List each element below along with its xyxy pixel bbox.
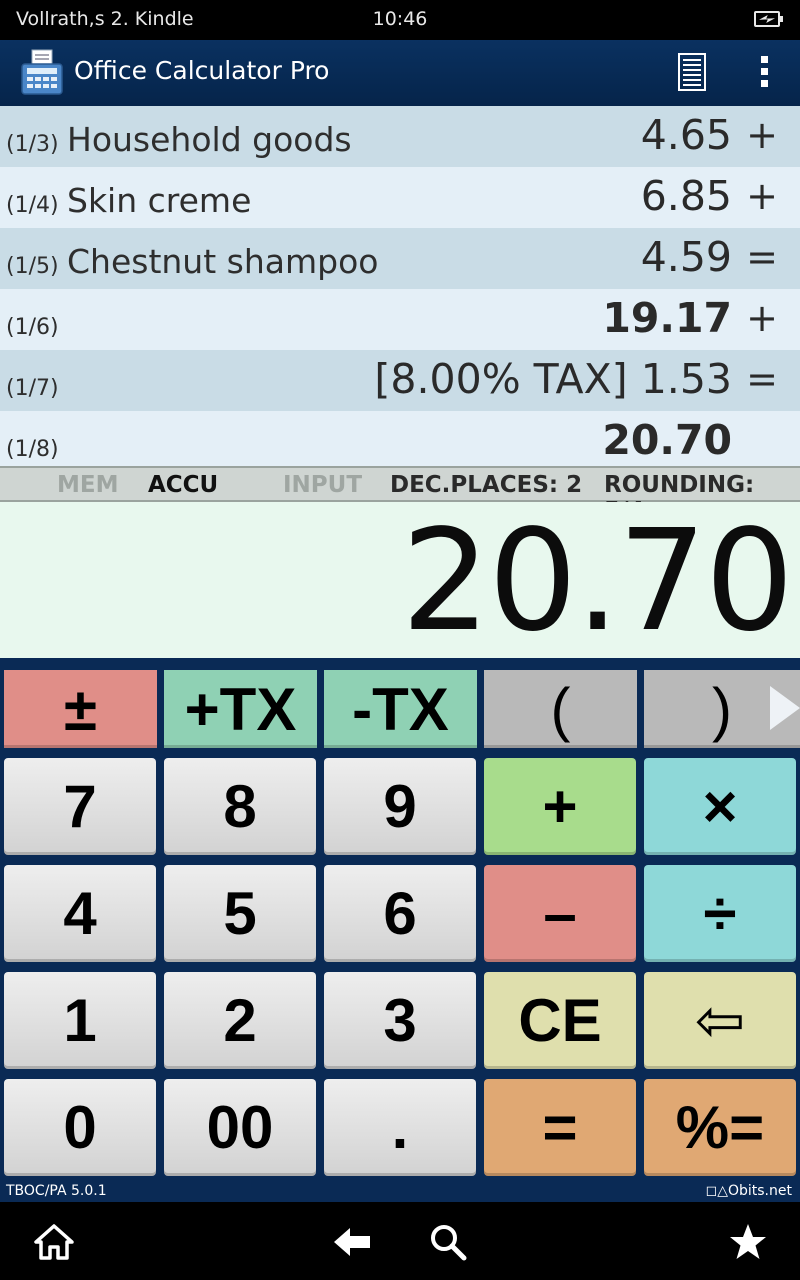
key-00[interactable]: 00 (164, 1079, 316, 1176)
tape-row-operator: + (746, 174, 778, 218)
key-7[interactable]: 7 (4, 758, 156, 855)
tape-row-index: (1/4) (6, 193, 59, 218)
tape-row-label: Household goods (67, 120, 352, 159)
subtract-tax-button[interactable]: -TX (324, 670, 477, 748)
star-icon[interactable] (728, 1222, 768, 1262)
tape-row-operator: + (746, 113, 778, 157)
tape-row-label: Chestnut shampoo (67, 242, 379, 281)
tape-row[interactable]: (1/8) 20.70 (0, 411, 800, 472)
tape-row[interactable]: (1/3) Household goods 4.65 + (0, 106, 800, 167)
subtract-button[interactable]: – (484, 865, 636, 962)
status-indicators: MEM ACCU INPUT DEC.PLACES: 2 ROUNDING: 5… (0, 466, 800, 524)
multiply-button[interactable]: × (644, 758, 796, 855)
tape-list: (1/3) Household goods 4.65 + (1/4) Skin … (0, 106, 800, 472)
key-9[interactable]: 9 (324, 758, 476, 855)
tape-row-operator: + (746, 296, 778, 340)
footer: TBOC/PA 5.0.1 ◻△Obits.net (0, 1180, 800, 1202)
key-3[interactable]: 3 (324, 972, 476, 1069)
percent-equals-button[interactable]: %= (644, 1079, 796, 1176)
overflow-menu-icon[interactable] (756, 56, 772, 90)
search-icon[interactable] (428, 1222, 468, 1262)
tape-row-total: 20.70 (602, 416, 732, 464)
app-bar: Office Calculator Pro (0, 40, 800, 106)
key-6[interactable]: 6 (324, 865, 476, 962)
open-paren-button[interactable]: ( (484, 670, 637, 748)
tape-row-tax: [8.00% TAX] 1.53 (374, 355, 732, 403)
clear-entry-button[interactable]: CE (484, 972, 636, 1069)
tape-row-index: (1/8) (6, 437, 59, 462)
tape-row-operator: = (746, 235, 778, 279)
tape-row-index: (1/5) (6, 254, 59, 279)
tape-row[interactable]: (1/6) 19.17 + (0, 289, 800, 350)
status-time: 10:46 (372, 8, 428, 30)
keypad: ± +TX -TX ( ) 7 8 9 + × 4 5 6 – ÷ 1 2 3 … (0, 658, 800, 1180)
key-0[interactable]: 0 (4, 1079, 156, 1176)
tape-row-value: 4.65 (640, 111, 732, 159)
tape-row-index: (1/3) (6, 132, 59, 157)
calculator-app-icon (21, 49, 63, 95)
tape-row-value: 4.59 (640, 233, 732, 281)
add-tax-button[interactable]: +TX (164, 670, 317, 748)
version-label: TBOC/PA 5.0.1 (6, 1183, 107, 1199)
tape-row[interactable]: (1/4) Skin creme 6.85 + (0, 167, 800, 228)
key-2[interactable]: 2 (164, 972, 316, 1069)
add-button[interactable]: + (484, 758, 636, 855)
key-1[interactable]: 1 (4, 972, 156, 1069)
home-icon[interactable] (34, 1222, 74, 1262)
system-nav-bar (0, 1202, 800, 1280)
tape-row[interactable]: (1/5) Chestnut shampoo 4.59 = (0, 228, 800, 289)
key-5[interactable]: 5 (164, 865, 316, 962)
tape-list-icon[interactable] (676, 52, 708, 92)
equals-button[interactable]: = (484, 1079, 636, 1176)
tape-row-operator: = (746, 357, 778, 401)
memory-indicator: MEM (57, 472, 119, 498)
divide-button[interactable]: ÷ (644, 865, 796, 962)
main-display: 20.70 (0, 500, 800, 663)
key-4[interactable]: 4 (4, 865, 156, 962)
accumulator-indicator: ACCU (148, 472, 219, 498)
scroll-right-arrow-icon[interactable] (770, 686, 800, 730)
tape-row[interactable]: (1/7) [8.00% TAX] 1.53 = (0, 350, 800, 411)
tape-row-index: (1/7) (6, 376, 59, 401)
decimal-places-indicator: DEC.PLACES: 2 (390, 472, 583, 498)
tape-row-label: Skin creme (67, 181, 252, 220)
back-arrow-icon[interactable] (332, 1222, 372, 1262)
brand-label[interactable]: ◻△Obits.net (706, 1183, 792, 1199)
decimal-point-button[interactable]: . (324, 1079, 476, 1176)
plus-minus-button[interactable]: ± (4, 670, 157, 748)
tape-row-value: 6.85 (640, 172, 732, 220)
key-8[interactable]: 8 (164, 758, 316, 855)
tape-row-subtotal: 19.17 (602, 294, 732, 342)
tape-row-index: (1/6) (6, 315, 59, 340)
backspace-button[interactable]: ⇦ (644, 972, 796, 1069)
battery-charging-icon (754, 11, 783, 27)
status-bar: Vollrath,s 2. Kindle 10:46 (0, 0, 800, 40)
input-indicator: INPUT (283, 472, 363, 498)
app-title: Office Calculator Pro (74, 56, 330, 85)
display-value: 20.70 (401, 500, 794, 663)
